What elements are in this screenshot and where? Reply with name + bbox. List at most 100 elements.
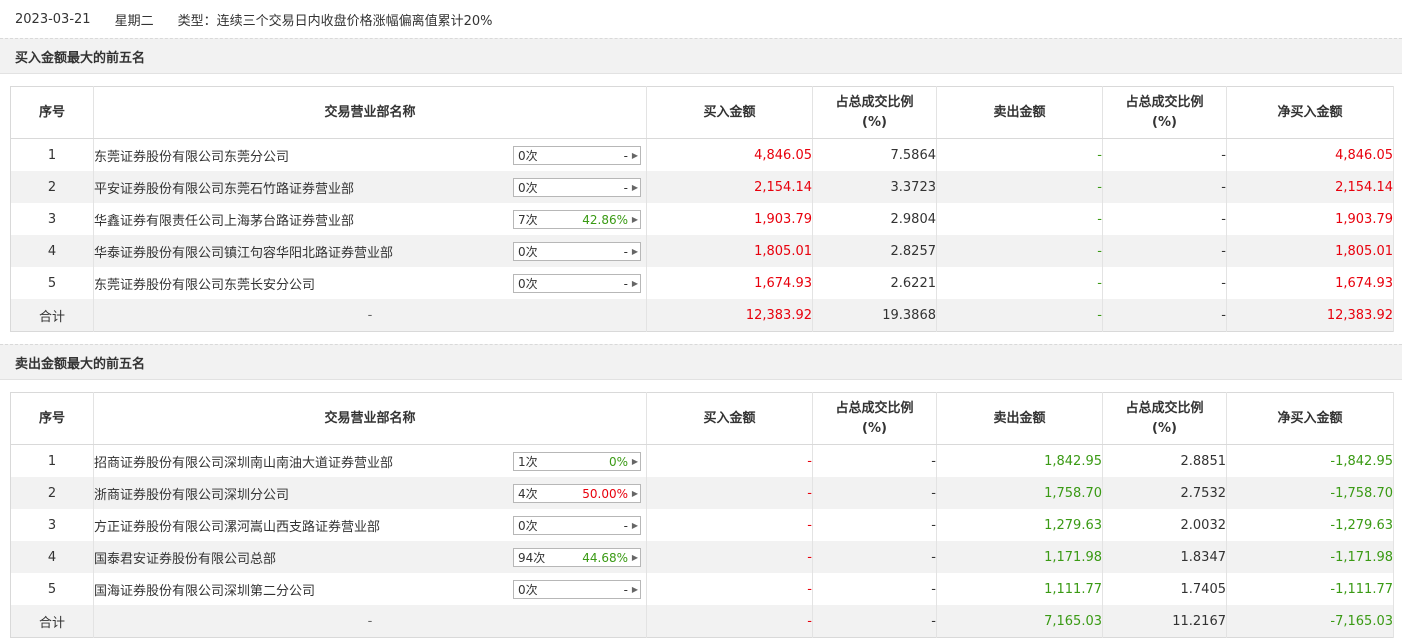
- date-text: 2023-03-21: [15, 11, 91, 27]
- history-stat-dropdown[interactable]: 94次 44.68% ▶: [513, 548, 641, 567]
- branch-name-link[interactable]: 方正证券股份有限公司漯河嵩山西支路证券营业部: [94, 516, 380, 535]
- row-index: 4: [10, 235, 94, 267]
- table-row: 2 浙商证券股份有限公司深圳分公司 4次 50.00% ▶ - -1,758.70 2.753…: [10, 477, 1394, 509]
- caret-right-icon: ▶: [631, 489, 639, 498]
- col-buy-ratio: 占总成交比例 (%): [812, 392, 937, 445]
- caret-right-icon: ▶: [631, 585, 639, 594]
- col-name: 交易营业部名称: [93, 392, 647, 445]
- sell-ratio: -: [1102, 203, 1227, 235]
- net-amount: 1,805.01: [1226, 235, 1394, 267]
- net-amount: -1,758.70: [1226, 477, 1394, 509]
- branch-name-cell: 招商证券股份有限公司深圳南山南油大道证券营业部 1次 0% ▶: [93, 444, 647, 477]
- sell-ratio: -: [1102, 171, 1227, 203]
- branch-name-link[interactable]: 东莞证券股份有限公司东莞分公司: [94, 146, 289, 165]
- history-win-rate: 42.86%: [582, 212, 628, 227]
- col-buy-ratio: 占总成交比例 (%): [812, 86, 937, 139]
- branch-name-link[interactable]: 华鑫证券有限责任公司上海茅台路证券营业部: [94, 210, 354, 229]
- table-row: 4 国泰君安证券股份有限公司总部 94次 44.68% ▶ - -1,171.98 1.834…: [10, 541, 1394, 573]
- branch-name-cell: 平安证券股份有限公司东莞石竹路证券营业部 0次 - ▶: [93, 171, 647, 203]
- total-sell-ratio: 11.2167: [1102, 605, 1227, 638]
- caret-right-icon: ▶: [631, 521, 639, 530]
- total-row: 合计 -12,383.92 19.3868- -12,383.92: [10, 299, 1394, 332]
- sell-amount: 1,758.70: [936, 477, 1103, 509]
- table-row: 3 华鑫证券有限责任公司上海茅台路证券营业部 7次 42.86% ▶ 1,903.79 2.…: [10, 203, 1394, 235]
- sell-ratio: 1.8347: [1102, 541, 1227, 573]
- col-idx: 序号: [10, 392, 94, 445]
- branch-name-link[interactable]: 国泰君安证券股份有限公司总部: [94, 548, 276, 567]
- type-text: 类型：连续三个交易日内收盘价格涨幅偏离值累计20%: [177, 13, 493, 29]
- history-stat-dropdown[interactable]: 1次 0% ▶: [513, 452, 641, 471]
- col-net: 净买入金额: [1226, 392, 1394, 445]
- buy-ratio: 3.3723: [812, 171, 937, 203]
- sell-amount: 1,171.98: [936, 541, 1103, 573]
- history-win-rate: -: [623, 148, 628, 163]
- history-count: 1次: [518, 455, 538, 469]
- sell-amount: -: [936, 203, 1103, 235]
- buy-amount: 2,154.14: [646, 171, 813, 203]
- sell-ratio: -: [1102, 267, 1227, 299]
- table-header-row: 序号 交易营业部名称 买入金额 占总成交比例 (%) 卖出金额 占总成交比例 (%)…: [10, 392, 1394, 445]
- buy-ratio: 2.6221: [812, 267, 937, 299]
- total-net: -7,165.03: [1226, 605, 1394, 638]
- buy-ratio: -: [812, 541, 937, 573]
- buy-amount: -: [646, 509, 813, 541]
- history-stat-dropdown[interactable]: 0次 - ▶: [513, 146, 641, 165]
- table-row: 2 平安证券股份有限公司东莞石竹路证券营业部 0次 - ▶ 2,154.14 3.3723-…: [10, 171, 1394, 203]
- col-buy: 买入金额: [646, 392, 813, 445]
- history-win-rate: -: [623, 276, 628, 291]
- buy-section-title: 买入金额最大的前五名: [0, 38, 1402, 74]
- buy-table: 序号 交易营业部名称 买入金额 占总成交比例 (%) 卖出金额 占总成交比例 (%)…: [10, 86, 1394, 332]
- history-win-rate: -: [623, 180, 628, 195]
- sell-amount: -: [936, 138, 1103, 171]
- branch-name-cell: 华鑫证券有限责任公司上海茅台路证券营业部 7次 42.86% ▶: [93, 203, 647, 235]
- caret-right-icon: ▶: [631, 215, 639, 224]
- row-index: 2: [10, 477, 94, 509]
- buy-ratio: -: [812, 444, 937, 477]
- sell-ratio: 1.7405: [1102, 573, 1227, 605]
- branch-name-cell: 东莞证券股份有限公司东莞长安分公司 0次 - ▶: [93, 267, 647, 299]
- history-stat-dropdown[interactable]: 7次 42.86% ▶: [513, 210, 641, 229]
- branch-name-link[interactable]: 华泰证券股份有限公司镇江句容华阳北路证券营业部: [94, 242, 393, 261]
- history-count: 0次: [518, 519, 538, 533]
- branch-name-link[interactable]: 浙商证券股份有限公司深圳分公司: [94, 484, 289, 503]
- branch-name-link[interactable]: 平安证券股份有限公司东莞石竹路证券营业部: [94, 178, 354, 197]
- total-buy-ratio: 19.3868: [812, 299, 937, 332]
- branch-name-link[interactable]: 招商证券股份有限公司深圳南山南油大道证券营业部: [94, 452, 393, 471]
- net-amount: -1,279.63: [1226, 509, 1394, 541]
- col-idx: 序号: [10, 86, 94, 139]
- buy-ratio: 2.9804: [812, 203, 937, 235]
- branch-name-link[interactable]: 东莞证券股份有限公司东莞长安分公司: [94, 274, 315, 293]
- history-stat-dropdown[interactable]: 0次 - ▶: [513, 580, 641, 599]
- net-amount: 1,903.79: [1226, 203, 1394, 235]
- row-index: 3: [10, 203, 94, 235]
- branch-name-cell: 浙商证券股份有限公司深圳分公司 4次 50.00% ▶: [93, 477, 647, 509]
- buy-ratio: 7.5864: [812, 138, 937, 171]
- table-row: 3 方正证券股份有限公司漯河嵩山西支路证券营业部 0次 - ▶ - -1,279.63 2.0…: [10, 509, 1394, 541]
- history-win-rate: -: [623, 582, 628, 597]
- sell-section-title: 卖出金额最大的前五名: [0, 344, 1402, 380]
- col-sell: 卖出金额: [936, 392, 1103, 445]
- buy-amount: 1,674.93: [646, 267, 813, 299]
- header-bar: 2023-03-21 星期二 类型：连续三个交易日内收盘价格涨幅偏离值累计20%: [0, 0, 1402, 38]
- branch-name-cell: 东莞证券股份有限公司东莞分公司 0次 - ▶: [93, 138, 647, 171]
- history-win-rate: -: [623, 244, 628, 259]
- history-count: 0次: [518, 277, 538, 291]
- buy-amount: -: [646, 477, 813, 509]
- history-stat-dropdown[interactable]: 4次 50.00% ▶: [513, 484, 641, 503]
- history-count: 0次: [518, 583, 538, 597]
- history-win-rate: 44.68%: [582, 550, 628, 565]
- history-stat-dropdown[interactable]: 0次 - ▶: [513, 178, 641, 197]
- total-net: 12,383.92: [1226, 299, 1394, 332]
- row-index: 4: [10, 541, 94, 573]
- total-buy: -: [646, 605, 813, 638]
- buy-amount: -: [646, 444, 813, 477]
- branch-name-link[interactable]: 国海证券股份有限公司深圳第二分公司: [94, 580, 315, 599]
- history-stat-dropdown[interactable]: 0次 - ▶: [513, 516, 641, 535]
- history-stat-dropdown[interactable]: 0次 - ▶: [513, 242, 641, 261]
- history-stat-dropdown[interactable]: 0次 - ▶: [513, 274, 641, 293]
- sell-amount: -: [936, 267, 1103, 299]
- table-header-row: 序号 交易营业部名称 买入金额 占总成交比例 (%) 卖出金额 占总成交比例 (%)…: [10, 86, 1394, 139]
- sell-ratio: 2.8851: [1102, 444, 1227, 477]
- table-row: 5 国海证券股份有限公司深圳第二分公司 0次 - ▶ - -1,111.77 1.7405 -1…: [10, 573, 1394, 605]
- net-amount: -1,842.95: [1226, 444, 1394, 477]
